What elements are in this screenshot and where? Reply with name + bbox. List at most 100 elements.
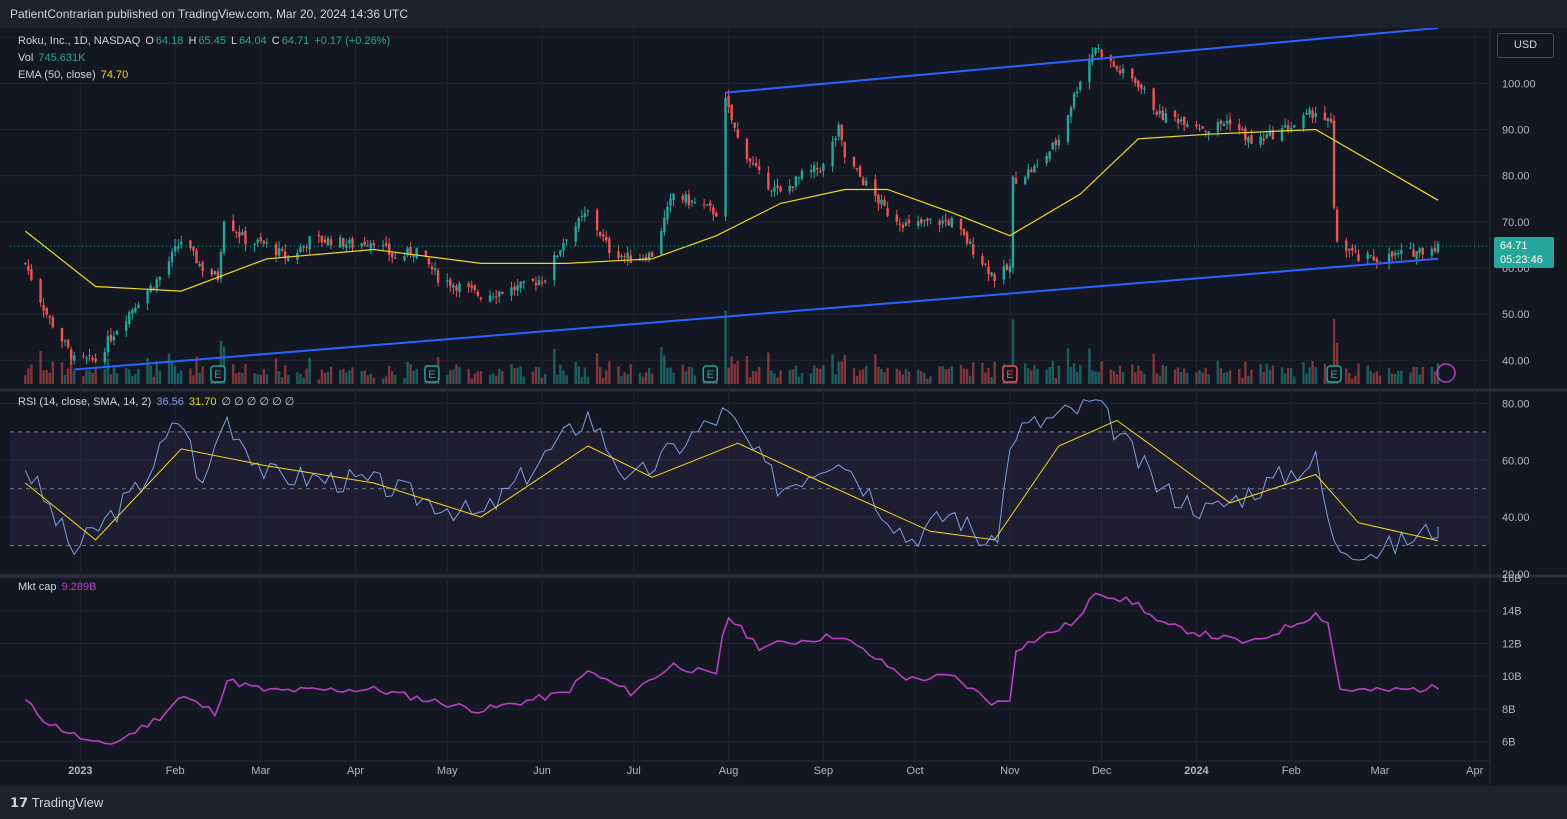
volume-bar [391,371,394,384]
volume-bar [1075,371,1079,384]
candle-body [280,248,284,251]
volume-bar [88,370,91,384]
candle-body [274,244,278,256]
candle-body [1390,251,1394,257]
volume-bar [751,371,755,384]
candle-body [981,256,984,265]
volume-bar [1412,366,1415,384]
volume-bar [1173,369,1177,384]
volume-bar [1222,372,1226,384]
volume-bar [574,361,577,384]
volume-bar [198,372,201,384]
rsi-label[interactable]: RSI (14, close, SMA, 14, 2) [18,396,151,408]
volume-bar [1247,375,1250,384]
candle-body [198,263,201,266]
symbol-label[interactable]: Roku, Inc., 1D, NASDAQ [18,35,140,47]
earnings-label: E [1330,369,1337,381]
volume-bar [137,368,140,384]
candle-body [1143,88,1146,90]
x-tick-label: Aug [719,765,739,777]
candle-body [1011,176,1015,268]
volume-bar [1045,369,1048,384]
volume-bar [1397,370,1400,384]
volume-bar [363,370,366,384]
candle-body [972,244,975,255]
volume-bar [452,369,455,384]
volume-bar [479,371,483,384]
candle-body [1121,68,1125,74]
candle-body [1280,128,1284,141]
candle-body [146,290,149,304]
volume-bar [666,367,669,384]
candle-body [323,239,327,243]
volume-bar [158,370,162,384]
candle-body [583,213,587,218]
x-tick-label: 2024 [1184,765,1209,777]
volume-bar [1280,367,1284,384]
ema-label[interactable]: EMA (50, close) [18,69,96,81]
currency-selector[interactable]: USD [1497,33,1554,58]
candle-body [112,336,116,341]
volume-bar [1158,375,1161,384]
volume-bar [60,362,64,384]
candle-body [681,195,684,200]
volume-bar [516,367,519,384]
volume-bar [1354,375,1357,384]
candle-body [556,255,559,258]
candle-body [287,258,290,261]
price-pane[interactable]: EEEEE [10,28,1490,384]
candle-body [1286,125,1290,131]
volume-bar [366,375,369,384]
volume-bar [663,355,666,384]
candle-body [27,265,30,271]
candle-body [712,207,715,215]
candle-body [773,186,776,192]
volume-bar [39,350,42,384]
volume-bar [48,372,51,384]
candle-body [819,170,822,172]
volume-bar [864,366,868,384]
candle-body [1369,255,1372,257]
candle-body [559,250,562,256]
candle-body [213,271,217,275]
candle-body [152,287,155,289]
volume-bar [852,368,856,384]
candle-body [861,178,865,186]
volume-bar [1314,367,1317,384]
footer-bar: 𝟭𝟳 TradingView [0,786,1567,819]
volume-bar [794,365,798,384]
candle-body [1014,178,1018,184]
volume-bar [754,371,758,384]
tradingview-logo[interactable]: 𝟭𝟳 TradingView [10,795,103,811]
candle-body [1036,164,1039,166]
volume-bar [1259,364,1262,384]
candle-body [669,198,672,206]
volume-bar [124,368,128,384]
mcap-pane[interactable] [24,592,1439,745]
candle-body [516,285,519,291]
volume-bar [467,368,470,384]
candle-body [666,206,669,220]
volume-bar [1290,367,1293,384]
x-tick-label: 2023 [68,765,92,777]
candle-body [837,124,840,137]
candle-body [626,252,629,259]
volume-bar [1179,372,1183,384]
rsi-pane[interactable] [10,399,1490,561]
volume-bar [788,370,791,384]
candle-body [452,285,455,288]
candle-body [1433,247,1437,252]
candle-body [1158,111,1161,114]
volume-bar [553,348,556,384]
volume-bar [146,358,149,384]
price-tick-label: 40.00 [1502,355,1530,367]
volume-bar [1140,370,1143,384]
volume-bar [473,373,476,384]
mcap-label[interactable]: Mkt cap [18,581,57,593]
volume-bar [861,368,865,384]
candle-body [494,296,498,298]
price-legend: Roku, Inc., 1D, NASDAQ O 64.18 H 65.45 L 64… [18,35,392,47]
volume-bar [1390,373,1394,384]
candle-body [586,210,590,212]
volume-label[interactable]: Vol [18,52,33,64]
